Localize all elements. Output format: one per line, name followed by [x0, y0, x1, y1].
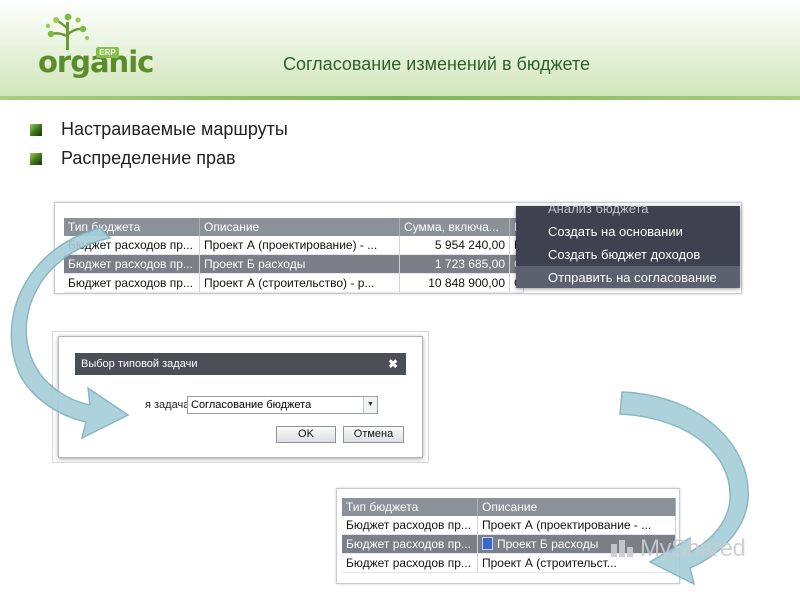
table-row[interactable]: Бюджет расходов пр... Проект А (строител…	[64, 274, 524, 293]
table-row[interactable]: Бюджет расходов пр... Проект А (проектир…	[64, 236, 524, 255]
column-header-description[interactable]: Описание	[200, 218, 400, 236]
menu-item-create-income-budget[interactable]: Создать бюджет доходов	[516, 243, 740, 266]
slide-title: Согласование изменений в бюджете	[283, 54, 590, 74]
ok-button[interactable]: OK	[276, 426, 336, 443]
grid-header-row: Тип бюджета Описание Сумма, включа... L	[64, 218, 524, 236]
cell-description: Проект А (строительство) - р...	[200, 274, 400, 292]
bullet-text: Настраиваемые маршруты	[61, 119, 288, 139]
task-selection-dialog: Выбор типовой задачи ✖ я задача Согласов…	[58, 336, 423, 458]
task-field-label: я задача	[145, 399, 190, 411]
document-icon	[482, 537, 493, 550]
watermark-icon	[611, 540, 633, 557]
table-row[interactable]: Бюджет расходов пр... Проект А (проектир…	[342, 516, 676, 535]
green-square-icon	[30, 152, 42, 165]
menu-item-create-based-on[interactable]: Создать на основании	[516, 220, 740, 243]
chevron-down-icon[interactable]: ▼	[363, 397, 377, 413]
cell-type: Бюджет расходов пр...	[64, 255, 200, 273]
cell-sum: 5 954 240,00	[400, 236, 510, 254]
column-header-type[interactable]: Тип бюджета	[64, 218, 200, 236]
menu-item-send-for-approval[interactable]: Отправить на согласование	[516, 266, 740, 288]
cell-description: Проект А (проектирование - ...	[478, 516, 676, 534]
cell-type: Бюджет расходов пр...	[64, 274, 200, 292]
cell-type: Бюджет расходов пр...	[342, 554, 478, 572]
column-header-sum[interactable]: Сумма, включа...	[400, 218, 510, 236]
header-divider	[0, 96, 800, 100]
column-header-type[interactable]: Тип бюджета	[342, 498, 478, 516]
watermark: MyShared	[610, 535, 746, 563]
dialog-title: Выбор типовой задачи	[81, 358, 198, 370]
cell-description-text: Проект Б расходы	[497, 537, 599, 551]
context-menu: Анализ бюджета Создать на основании Созд…	[516, 206, 740, 288]
bullet-item: Распределение прав	[30, 148, 236, 169]
table-row-selected[interactable]: Бюджет расходов пр... Проект Б расходы 1…	[64, 255, 524, 274]
cell-sum: 1 723 685,00	[400, 255, 510, 273]
cell-type: Бюджет расходов пр...	[64, 236, 200, 254]
dialog-title-bar: Выбор типовой задачи ✖	[75, 353, 406, 375]
task-select-value: Согласование бюджета	[191, 399, 312, 411]
cancel-button[interactable]: Отмена	[343, 426, 404, 443]
cell-description: Проект А (проектирование) - ...	[200, 236, 400, 254]
cell-type: Бюджет расходов пр...	[342, 535, 478, 553]
bullet-item: Настраиваемые маршруты	[30, 119, 288, 140]
watermark-text: MyShared	[640, 535, 746, 562]
green-square-icon	[30, 123, 42, 136]
logo-erp-badge: ERP	[96, 47, 119, 58]
grid-header-row: Тип бюджета Описание	[342, 498, 676, 516]
task-select[interactable]: Согласование бюджета ▼	[187, 396, 378, 414]
menu-item-analyze-budget[interactable]: Анализ бюджета	[516, 206, 740, 220]
cell-sum: 10 848 900,00	[400, 274, 510, 292]
bullet-text: Распределение прав	[61, 148, 236, 168]
close-icon[interactable]: ✖	[388, 353, 398, 375]
column-header-description[interactable]: Описание	[478, 498, 676, 516]
budget-grid: Тип бюджета Описание Сумма, включа... L …	[64, 218, 524, 293]
cell-type: Бюджет расходов пр...	[342, 516, 478, 534]
cell-description: Проект Б расходы	[200, 255, 400, 273]
